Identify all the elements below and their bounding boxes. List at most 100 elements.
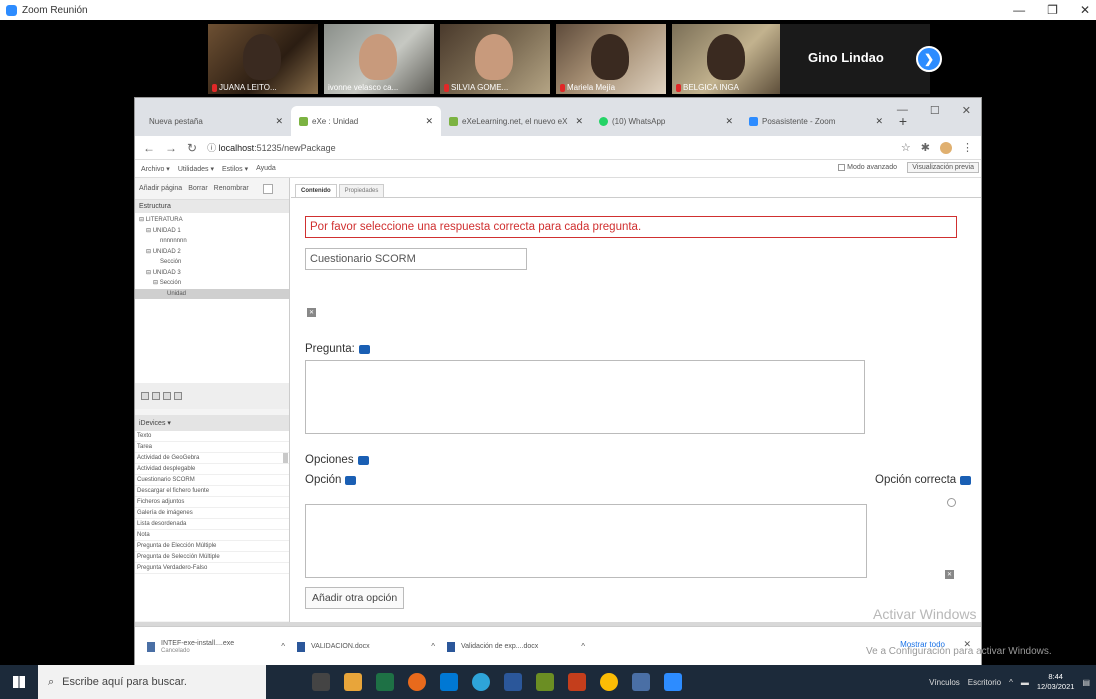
mail-icon[interactable] <box>440 673 458 691</box>
add-option-button[interactable]: Añadir otra opción <box>305 587 405 609</box>
browser-tab[interactable]: Posasistente - Zoom ✕ <box>741 106 891 136</box>
tree-node[interactable]: Unidad <box>135 288 289 299</box>
notifications-icon[interactable]: ▤ <box>1082 678 1090 687</box>
preview-button[interactable]: Visualización previa <box>907 162 979 173</box>
tab-close-icon[interactable]: ✕ <box>425 116 433 127</box>
idevice-item[interactable]: Cuestionario SCORM <box>135 475 289 486</box>
tree-node[interactable]: ⊟ UNIDAD 3 <box>135 268 289 279</box>
tray-links[interactable]: Vínculos <box>929 678 960 687</box>
excel-icon[interactable] <box>376 673 394 691</box>
idevice-item[interactable]: Pregunta de Selección Múltiple <box>135 552 289 563</box>
taskbar-search[interactable]: ⌕ Escribe aquí para buscar. <box>38 665 266 699</box>
bookmark-star-icon[interactable]: ☆ <box>901 141 911 154</box>
move-left-icon[interactable] <box>152 392 160 400</box>
participant-tile[interactable]: Mariela Mejía <box>556 24 666 94</box>
url-field[interactable]: ⓘ localhost:51235/newPackage <box>207 141 891 154</box>
chevron-up-icon[interactable]: ^ <box>281 642 285 651</box>
idevice-item[interactable]: Pregunta Verdadero-Falso <box>135 563 289 574</box>
extensions-icon[interactable]: ✱ <box>921 141 930 154</box>
participant-tile[interactable]: SILVIA GOME... <box>440 24 550 94</box>
idevice-item[interactable]: Galería de imágenes <box>135 508 289 519</box>
help-icon[interactable] <box>960 475 972 485</box>
close-icon[interactable]: ✕ <box>1080 3 1090 17</box>
exe-app-icon[interactable] <box>632 673 650 691</box>
maximize-icon[interactable]: ☐ <box>930 104 940 117</box>
help-icon[interactable] <box>358 344 370 354</box>
help-icon[interactable] <box>357 455 369 465</box>
tray-desktop[interactable]: Escritorio <box>968 678 1001 687</box>
idevice-item[interactable]: Tarea <box>135 442 289 453</box>
start-button[interactable] <box>0 665 38 699</box>
menu-utilidades[interactable]: Utilidades ▾ <box>178 165 214 173</box>
edge-icon[interactable] <box>472 673 490 691</box>
tree-node[interactable]: ⊟ UNIDAD 2 <box>135 247 289 258</box>
delete-question-icon[interactable]: ✕ <box>307 308 316 317</box>
close-icon[interactable]: ✕ <box>962 104 971 117</box>
participant-tile[interactable]: BELGICA INGA <box>672 24 782 94</box>
idevice-item[interactable]: Descargar el fichero fuente <box>135 486 289 497</box>
browser-tab[interactable]: Nueva pestaña ✕ <box>141 106 291 136</box>
browser-tab-active[interactable]: eXe : Unidad ✕ <box>291 106 441 136</box>
tab-close-icon[interactable]: ✕ <box>875 116 883 127</box>
network-icon[interactable]: ▬ <box>1021 678 1029 687</box>
download-item[interactable]: VALIDACION.docx ^ <box>297 641 447 652</box>
advanced-mode-toggle[interactable]: Modo avanzado <box>838 164 897 171</box>
option-editor[interactable] <box>305 504 867 578</box>
back-icon[interactable]: ← <box>143 141 155 155</box>
tree-node[interactable]: Sección <box>135 257 289 268</box>
firefox-icon[interactable] <box>408 673 426 691</box>
idevice-item[interactable]: Actividad de GeoGebra <box>135 453 289 464</box>
menu-kebab-icon[interactable]: ⋮ <box>962 141 973 154</box>
idevice-item[interactable]: Pregunta de Elección Múltiple <box>135 541 289 552</box>
tree-node[interactable]: ⊟ Sección <box>135 278 289 289</box>
zoom-app-icon[interactable] <box>664 673 682 691</box>
menu-estilos[interactable]: Estilos ▾ <box>222 165 248 173</box>
question-editor[interactable] <box>305 360 865 434</box>
idevice-title-input[interactable]: Cuestionario SCORM <box>305 248 527 270</box>
chevron-up-icon[interactable]: ^ <box>1009 678 1013 687</box>
move-down-icon[interactable] <box>174 392 182 400</box>
browser-tab[interactable]: (10) WhatsApp ✕ <box>591 106 741 136</box>
browser-tab[interactable]: eXeLearning.net, el nuevo eX ✕ <box>441 106 591 136</box>
chevron-up-icon[interactable]: ^ <box>581 642 585 651</box>
chrome-icon[interactable] <box>600 673 618 691</box>
tab-close-icon[interactable]: ✕ <box>275 116 283 127</box>
taskbar-clock[interactable]: 8:44 12/03/2021 <box>1037 672 1075 692</box>
file-explorer-icon[interactable] <box>344 673 362 691</box>
idevice-item[interactable]: Lista desordenada <box>135 519 289 530</box>
menu-archivo[interactable]: Archivo ▾ <box>141 165 170 173</box>
forward-icon[interactable]: → <box>165 141 177 155</box>
collapse-icon[interactable] <box>262 183 273 194</box>
tab-contenido[interactable]: Contenido <box>295 184 337 197</box>
task-view-icon[interactable] <box>312 673 330 691</box>
download-item[interactable]: Validación de exp....docx ^ <box>447 641 597 652</box>
powerpoint-icon[interactable] <box>568 673 586 691</box>
idevice-item[interactable]: Ficheros adjuntos <box>135 497 289 508</box>
maximize-icon[interactable]: ❐ <box>1047 3 1058 17</box>
menu-ayuda[interactable]: Ayuda <box>256 165 276 172</box>
delete-page-button[interactable]: Borrar <box>188 185 207 192</box>
idevice-item[interactable]: Texto <box>135 431 289 442</box>
speaker-tile[interactable]: Gino Lindao <box>780 24 930 94</box>
idevices-header[interactable]: iDevices ▾ <box>135 415 289 431</box>
store-icon[interactable] <box>536 673 554 691</box>
idevice-item[interactable]: Nota <box>135 530 289 541</box>
minimize-icon[interactable]: — <box>1013 3 1025 17</box>
download-item[interactable]: INTEF-exe-install....exe Cancelado ^ <box>147 640 297 654</box>
move-right-icon[interactable] <box>163 392 171 400</box>
idevice-item[interactable]: Actividad desplegable <box>135 464 289 475</box>
profile-avatar[interactable] <box>940 141 952 154</box>
tab-propiedades[interactable]: Propiedades <box>338 184 385 197</box>
tree-node[interactable]: ⊟ UNIDAD 1 <box>135 226 289 237</box>
idevices-scrollbar[interactable] <box>283 453 288 464</box>
reload-icon[interactable]: ↻ <box>187 141 197 155</box>
rename-page-button[interactable]: Renombrar <box>214 185 249 192</box>
tab-close-icon[interactable]: ✕ <box>725 116 733 127</box>
participant-tile[interactable]: JUANA LEITO... <box>208 24 318 94</box>
participant-tile[interactable]: ivonne velasco ca... <box>324 24 434 94</box>
delete-option-icon[interactable]: ✕ <box>945 570 954 579</box>
add-page-button[interactable]: Añadir página <box>139 185 182 192</box>
help-icon[interactable] <box>345 475 357 485</box>
move-up-icon[interactable] <box>141 392 149 400</box>
correct-option-radio[interactable] <box>947 498 956 507</box>
